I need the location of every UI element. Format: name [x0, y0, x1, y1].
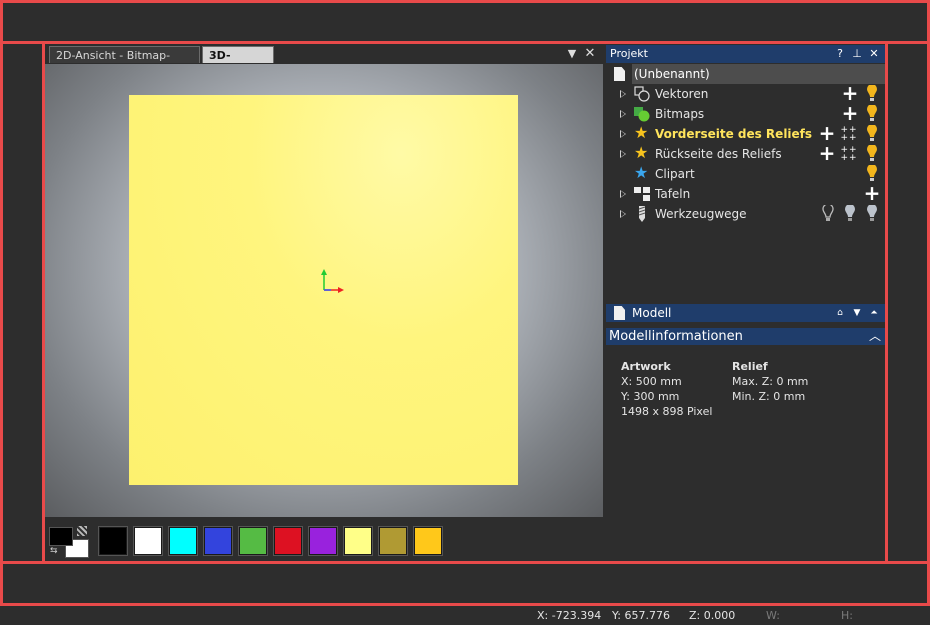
tree-item-bitmaps[interactable]: Bitmaps + [606, 103, 885, 124]
color-swatch[interactable] [133, 526, 163, 556]
close-icon[interactable]: ✕ [583, 46, 597, 62]
tree-item-clipart[interactable]: ★ Clipart [606, 164, 885, 184]
add-icon[interactable]: + [841, 103, 859, 123]
color-swatch[interactable] [343, 526, 373, 556]
relief-max-z: Max. Z: 0 mm [732, 375, 809, 388]
tree-item-label: Vorderseite des Reliefs [655, 127, 813, 141]
star-icon: ★ [634, 123, 649, 142]
foreground-color-swatch[interactable] [49, 527, 73, 546]
status-bar: X: -723.394 Y: 657.776 Z: 0.000 W: H: [0, 606, 930, 625]
bitmap-icon [634, 107, 650, 122]
visibility-bulb-grey-icon[interactable] [864, 205, 880, 223]
status-x: X: -723.394 [537, 609, 602, 622]
status-z: Z: 0.000 [689, 609, 736, 622]
add-icon[interactable]: + [818, 143, 836, 163]
expand-arrow-icon[interactable] [620, 130, 626, 138]
no-color-pattern-icon[interactable] [77, 526, 87, 536]
3d-viewport[interactable] [45, 64, 603, 517]
model-label: Modell [632, 306, 672, 320]
pixel-size: 1498 x 898 Pixel [621, 405, 713, 418]
tree-item-label: Clipart [655, 167, 695, 181]
visibility-bulb-icon[interactable] [864, 105, 880, 123]
grid-icon[interactable]: ++ ++ [840, 125, 858, 143]
vector-icon [634, 86, 650, 102]
tree-item-back-relief[interactable]: ★ Rückseite des Reliefs + ++ ++ [606, 143, 885, 164]
model-info-header[interactable]: Modellinformationen ︿ [606, 328, 885, 345]
artwork-x: X: 500 mm [621, 375, 682, 388]
toolpath-off-bulb-icon[interactable] [820, 205, 836, 223]
model-info-title: Modellinformationen [609, 329, 743, 344]
dropdown-arrow-icon[interactable]: ▼ [565, 46, 579, 62]
tree-item-label: Tafeln [655, 187, 691, 201]
tree-item-label: Rückseite des Reliefs [655, 147, 782, 161]
tree-item-label: Vektoren [655, 87, 709, 101]
tree-item-label: Bitmaps [655, 107, 705, 121]
toolpath-drill-icon [638, 206, 646, 222]
move-down-icon[interactable]: ▼ [850, 304, 864, 322]
model-bar[interactable]: Modell ⌂ ▼ ⏶ [606, 304, 885, 322]
color-swatch[interactable] [238, 526, 268, 556]
project-panel-title: Projekt [610, 47, 648, 60]
status-w: W: [766, 609, 780, 622]
left-region-frame [0, 41, 45, 564]
tree-item-werkzeugwege[interactable]: Werkzeugwege [606, 204, 885, 224]
add-icon[interactable]: + [863, 183, 881, 203]
tree-item-front-relief[interactable]: ★ Vorderseite des Reliefs + ++ ++ [606, 123, 885, 144]
color-swatch[interactable] [378, 526, 408, 556]
artwork-heading: Artwork [621, 360, 671, 373]
view-tab-bar: 2D-Ansicht - Bitmap-Ebene 3D-Ansicht ▼ ✕ [45, 44, 603, 79]
model-info-body: Artwork X: 500 mm Y: 300 mm 1498 x 898 P… [606, 345, 885, 561]
collapse-chevron-icon[interactable]: ︿ [869, 328, 881, 345]
expand-arrow-icon[interactable] [620, 150, 626, 158]
grid-icon[interactable]: ++ ++ [840, 145, 858, 163]
home-icon[interactable]: ⌂ [833, 304, 847, 322]
relief-heading: Relief [732, 360, 768, 373]
visibility-bulb-icon[interactable] [864, 85, 880, 103]
clipart-star-icon: ★ [634, 163, 649, 182]
color-swatch[interactable] [413, 526, 443, 556]
relief-min-z: Min. Z: 0 mm [732, 390, 806, 403]
swap-colors-icon[interactable]: ⇆ [50, 546, 58, 556]
visibility-bulb-grey-icon[interactable] [842, 205, 858, 223]
tree-item-tafeln[interactable]: Tafeln + [606, 183, 885, 204]
collapse-icon[interactable]: ⏶ [867, 304, 881, 322]
color-swatch[interactable] [273, 526, 303, 556]
project-tree: (Unbenannt) Vektoren + Bitmaps + ★ Vorde… [606, 63, 885, 304]
visibility-bulb-icon[interactable] [864, 145, 880, 163]
tab-2d-view[interactable]: 2D-Ansicht - Bitmap-Ebene [49, 46, 200, 79]
close-icon[interactable]: ✕ [867, 45, 881, 63]
status-y: Y: 657.776 [612, 609, 670, 622]
document-icon [614, 306, 625, 320]
help-icon[interactable]: ? [833, 45, 847, 63]
expand-arrow-icon[interactable] [620, 110, 626, 118]
right-region-frame [885, 41, 930, 564]
color-swatch[interactable] [308, 526, 338, 556]
tree-item-label: Werkzeugwege [655, 207, 747, 221]
color-swatch[interactable] [203, 526, 233, 556]
color-swatch[interactable] [168, 526, 198, 556]
status-h: H: [841, 609, 853, 622]
tab-3d-view[interactable]: 3D-Ansicht [202, 46, 274, 79]
star-icon: ★ [634, 143, 649, 162]
visibility-bulb-icon[interactable] [864, 125, 880, 143]
document-icon [614, 67, 625, 81]
expand-arrow-icon[interactable] [620, 210, 626, 218]
color-palette: ⇆ [45, 517, 603, 561]
axis-origin-icon [321, 269, 344, 293]
pin-icon[interactable]: ⊥ [850, 45, 864, 63]
bottom-region-frame [0, 561, 930, 606]
expand-arrow-icon[interactable] [620, 190, 626, 198]
expand-arrow-icon[interactable] [620, 90, 626, 98]
artwork-y: Y: 300 mm [621, 390, 680, 403]
top-region-frame [0, 0, 930, 44]
sheets-icon [634, 187, 650, 201]
project-panel-header: Projekt ? ⊥ ✕ [606, 45, 885, 63]
color-swatch[interactable] [98, 526, 128, 556]
